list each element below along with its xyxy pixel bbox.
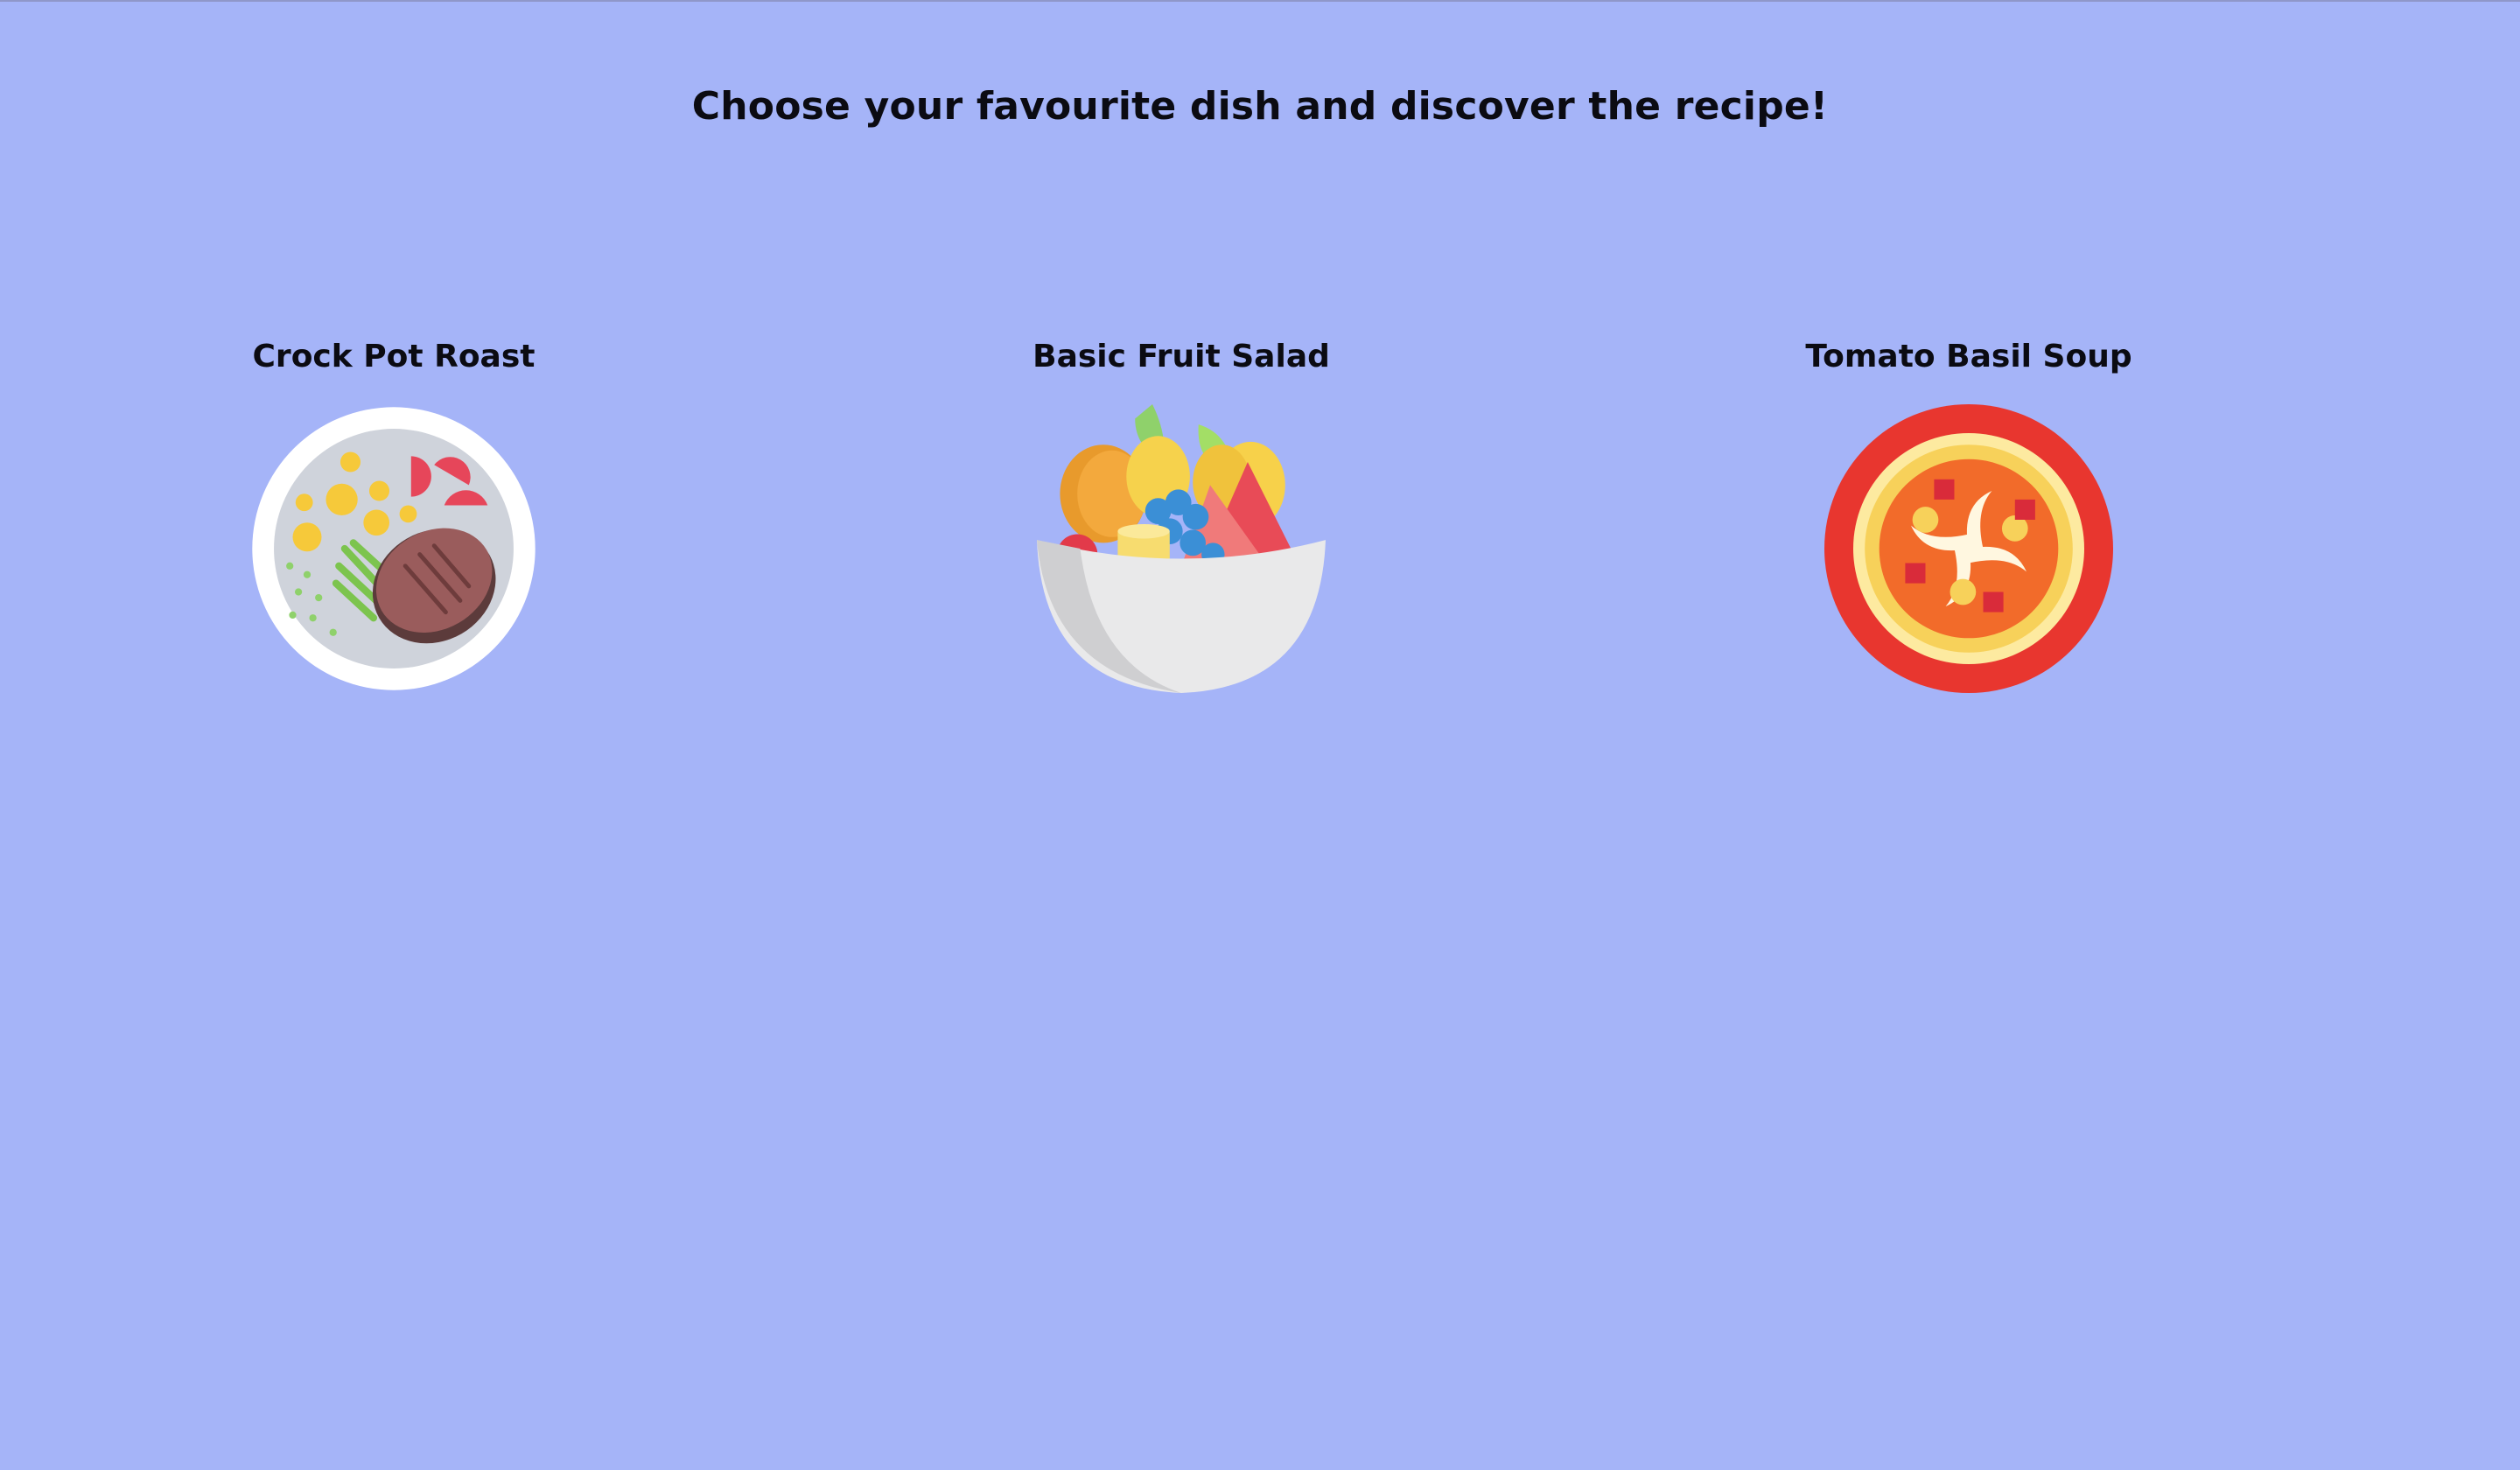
dish-name: Tomato Basil Soup — [1805, 339, 2132, 374]
dish-name: Crock Pot Roast — [252, 339, 536, 374]
dish-grid: Crock Pot Roast Basic Fruit Salad Tomato… — [0, 332, 2520, 693]
dish-name: Basic Fruit Salad — [1032, 339, 1330, 374]
plate-roast-icon[interactable] — [249, 404, 538, 693]
window-top-border — [0, 0, 2520, 2]
dish-card-crock-pot-roast[interactable]: Crock Pot Roast — [0, 332, 788, 693]
dish-card-basic-fruit-salad[interactable]: Basic Fruit Salad — [788, 332, 1575, 693]
fruit-bowl-icon[interactable] — [1037, 404, 1326, 693]
page-title: Choose your favourite dish and discover … — [691, 84, 1829, 129]
soup-bowl-icon[interactable] — [1824, 404, 2113, 693]
dish-card-tomato-basil-soup[interactable]: Tomato Basil Soup — [1575, 332, 2362, 693]
